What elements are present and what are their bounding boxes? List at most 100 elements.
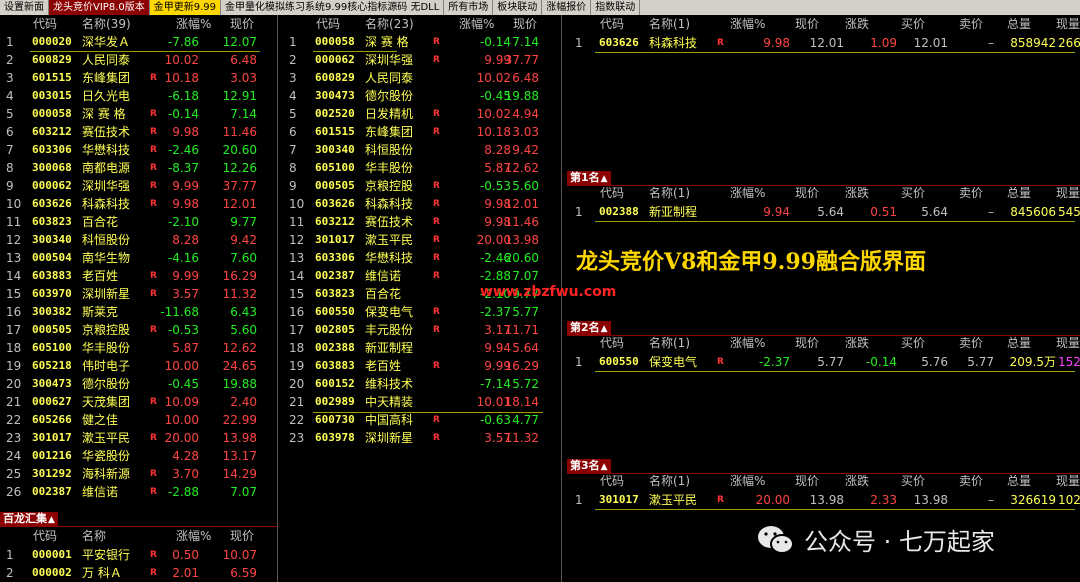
right-header-7[interactable]: 总量 xyxy=(1007,185,1031,202)
right-header-1[interactable]: 名称(1) xyxy=(649,16,690,33)
right-header-6[interactable]: 卖价 xyxy=(959,16,983,33)
table-row[interactable]: 6 601515 东峰集团 R 10.18 3.03 xyxy=(283,123,561,141)
table-row[interactable]: 17 000505 京粮控股 R -0.53 5.60 xyxy=(0,321,277,339)
table-row[interactable]: 7 603306 华懋科技 R -2.46 20.60 xyxy=(0,141,277,159)
bottom_left-header-3[interactable]: 现价 xyxy=(230,528,254,545)
right-header-2[interactable]: 涨幅% xyxy=(730,335,765,352)
right-header-1[interactable]: 名称(1) xyxy=(649,185,690,202)
right-header-2[interactable]: 涨幅% xyxy=(730,473,765,490)
right-header-2[interactable]: 涨幅% xyxy=(730,16,765,33)
table-row[interactable]: 1 600550 保变电气 R -2.37 5.77 -0.14 5.76 5.77 209.5万… xyxy=(567,353,1080,371)
right-header-7[interactable]: 总量 xyxy=(1007,473,1031,490)
right-header-6[interactable]: 卖价 xyxy=(959,185,983,202)
table-row[interactable]: 2 600829 人民同泰 10.02 6.48 xyxy=(0,51,277,69)
right-header-7[interactable]: 总量 xyxy=(1007,16,1031,33)
table-row[interactable]: 1 002388 新亚制程 9.94 5.64 0.51 5.64 – 845606 545 xyxy=(567,203,1080,221)
table-row[interactable]: 19 603883 老百姓 R 9.99 16.29 xyxy=(283,357,561,375)
table-row[interactable]: 13 603306 华懋科技 R -2.46 20.60 xyxy=(283,249,561,267)
table-row[interactable]: 25 301292 海科新源 R 3.70 14.29 xyxy=(0,465,277,483)
table-row[interactable]: 5 002520 日发精机 R 10.02 4.94 xyxy=(283,105,561,123)
right-header-5[interactable]: 买价 xyxy=(901,335,925,352)
table-row[interactable]: 15 603970 深圳新星 R 3.57 11.32 xyxy=(0,285,277,303)
right-header-1[interactable]: 名称(1) xyxy=(649,335,690,352)
table-row[interactable]: 26 002387 维信诺 R -2.88 7.07 xyxy=(0,483,277,501)
table-row[interactable]: 8 300068 南都电源 R -8.37 12.26 xyxy=(0,159,277,177)
table-row[interactable]: 10 603626 科森科技 R 9.98 12.01 xyxy=(283,195,561,213)
table-row[interactable]: 18 002388 新亚制程 9.94 5.64 xyxy=(283,339,561,357)
right-header-2[interactable]: 涨幅% xyxy=(730,185,765,202)
table-row[interactable]: 19 605218 伟时电子 10.00 24.65 xyxy=(0,357,277,375)
right-header-5[interactable]: 买价 xyxy=(901,185,925,202)
table-row[interactable]: 16 300382 斯莱克 -11.68 6.43 xyxy=(0,303,277,321)
table-row[interactable]: 22 605266 健之佳 10.00 22.99 xyxy=(0,411,277,429)
table-row[interactable]: 14 603883 老百姓 R 9.99 16.29 xyxy=(0,267,277,285)
table-row[interactable]: 9 000062 深圳华强 R 9.99 37.77 xyxy=(0,177,277,195)
table-row[interactable]: 8 605100 华丰股份 5.87 12.62 xyxy=(283,159,561,177)
tab-4[interactable]: 所有市场 xyxy=(444,0,494,15)
middle_panel-header-1[interactable]: 名称(23) xyxy=(365,16,414,33)
right-header-0[interactable]: 代码 xyxy=(600,335,624,352)
table-row[interactable]: 24 001216 华瓷股份 4.28 13.17 xyxy=(0,447,277,465)
tab-5[interactable]: 板块联动 xyxy=(493,0,543,15)
right-header-0[interactable]: 代码 xyxy=(600,473,624,490)
tab-3[interactable]: 金甲量化模拟练习系统9.99核心指标源码 无DLL xyxy=(221,0,445,15)
table-row[interactable]: 14 002387 维信诺 R -2.88 7.07 xyxy=(283,267,561,285)
table-row[interactable]: 9 000505 京粮控股 R -0.53 5.60 xyxy=(283,177,561,195)
tab-1[interactable]: 龙头竞价VIP8.0版本 xyxy=(49,0,150,15)
table-row[interactable]: 23 603978 深圳新星 R 3.57 11.32 xyxy=(283,429,561,447)
left_panel-header-0[interactable]: 代码 xyxy=(33,16,57,33)
table-row[interactable]: 13 000504 南华生物 -4.16 7.60 xyxy=(0,249,277,267)
left_panel-header-3[interactable]: 现价 xyxy=(230,16,254,33)
right-header-4[interactable]: 涨跌 xyxy=(845,16,869,33)
table-row[interactable]: 2 000002 万 科Ａ R 2.01 6.59 xyxy=(0,564,277,582)
table-row[interactable]: 1 000001 平安银行 R 0.50 10.07 xyxy=(0,546,277,564)
middle_panel-header-0[interactable]: 代码 xyxy=(316,16,340,33)
tab-2[interactable]: 金甲更新9.99 xyxy=(149,0,221,15)
right-header-3[interactable]: 现价 xyxy=(795,16,819,33)
table-row[interactable]: 5 000058 深 赛 格 R -0.14 7.14 xyxy=(0,105,277,123)
table-row[interactable]: 23 301017 漱玉平民 R 20.00 13.98 xyxy=(0,429,277,447)
table-row[interactable]: 20 600152 维科技术 -7.14 5.72 xyxy=(283,375,561,393)
right-header-0[interactable]: 代码 xyxy=(600,16,624,33)
table-row[interactable]: 12 300340 科恒股份 8.28 9.42 xyxy=(0,231,277,249)
right-header-6[interactable]: 卖价 xyxy=(959,335,983,352)
middle_panel-header-2[interactable]: 涨幅% xyxy=(459,16,494,33)
table-row[interactable]: 18 605100 华丰股份 5.87 12.62 xyxy=(0,339,277,357)
right-header-1[interactable]: 名称(1) xyxy=(649,473,690,490)
right-header-4[interactable]: 涨跌 xyxy=(845,185,869,202)
tab-6[interactable]: 涨幅报价 xyxy=(542,0,592,15)
right-header-8[interactable]: 现量 xyxy=(1056,16,1080,33)
right-header-8[interactable]: 现量 xyxy=(1056,185,1080,202)
left_panel-header-2[interactable]: 涨幅% xyxy=(176,16,211,33)
table-row[interactable]: 1 603626 科森科技 R 9.98 12.01 1.09 12.01 – 858942 266 xyxy=(567,34,1080,52)
right-header-8[interactable]: 现量 xyxy=(1056,335,1080,352)
tab-0[interactable]: 设置新面 xyxy=(0,0,49,15)
table-row[interactable]: 4 300473 德尔股份 -0.45 19.88 xyxy=(283,87,561,105)
tab-7[interactable]: 指数联动 xyxy=(591,0,641,15)
right-header-5[interactable]: 买价 xyxy=(901,473,925,490)
table-row[interactable]: 1 000020 深华发Ａ -7.86 12.07 xyxy=(0,33,277,51)
table-row[interactable]: 17 002805 丰元股份 R 3.17 11.71 xyxy=(283,321,561,339)
right-header-3[interactable]: 现价 xyxy=(795,335,819,352)
table-row[interactable]: 1 000058 深 赛 格 R -0.14 7.14 xyxy=(283,33,561,51)
right-header-8[interactable]: 现量 xyxy=(1056,473,1080,490)
middle_panel-header-3[interactable]: 现价 xyxy=(513,16,537,33)
table-row[interactable]: 3 601515 东峰集团 R 10.18 3.03 xyxy=(0,69,277,87)
right-header-3[interactable]: 现价 xyxy=(795,473,819,490)
bottom_left-header-0[interactable]: 代码 xyxy=(33,528,57,545)
right-header-3[interactable]: 现价 xyxy=(795,185,819,202)
table-row[interactable]: 12 301017 漱玉平民 R 20.00 13.98 xyxy=(283,231,561,249)
bottom_left-header-1[interactable]: 名称 xyxy=(82,528,106,545)
table-row[interactable]: 21 000627 天茂集团 R 10.09 2.40 xyxy=(0,393,277,411)
table-row[interactable]: 20 300473 德尔股份 -0.45 19.88 xyxy=(0,375,277,393)
table-row[interactable]: 21 002989 中天精装 10.01 18.14 xyxy=(283,393,561,411)
table-row[interactable]: 4 003015 日久光电 -6.18 12.91 xyxy=(0,87,277,105)
right-header-4[interactable]: 涨跌 xyxy=(845,473,869,490)
right-header-4[interactable]: 涨跌 xyxy=(845,335,869,352)
table-row[interactable]: 10 603626 科森科技 R 9.98 12.01 xyxy=(0,195,277,213)
right-header-7[interactable]: 总量 xyxy=(1007,335,1031,352)
table-row[interactable]: 11 603212 赛伍技术 R 9.98 11.46 xyxy=(283,213,561,231)
right-header-0[interactable]: 代码 xyxy=(600,185,624,202)
table-row[interactable]: 2 000062 深圳华强 R 9.99 37.77 xyxy=(283,51,561,69)
right-header-6[interactable]: 卖价 xyxy=(959,473,983,490)
